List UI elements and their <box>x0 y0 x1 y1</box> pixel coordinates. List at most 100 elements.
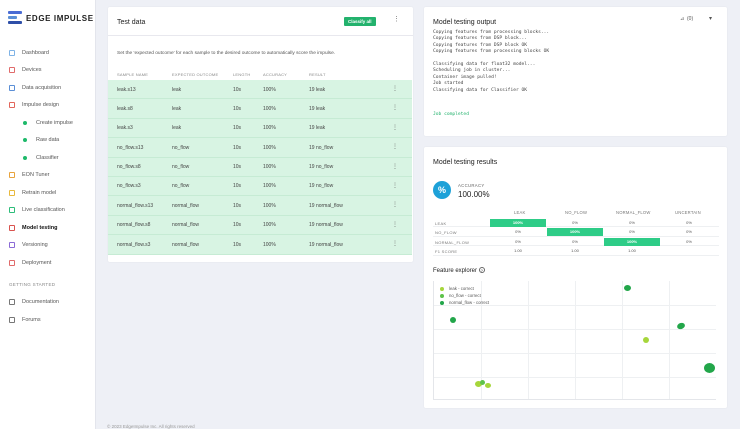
matrix-row: NO_FLOW 0% 100% 0% 0% <box>433 228 719 237</box>
results-title: Model testing results <box>433 159 498 166</box>
matrix-cell: 0% <box>515 238 521 244</box>
sidebar-item-devices[interactable]: Devices <box>0 62 96 80</box>
table-row[interactable]: no_flow.s8 no_flow 10s 100% 19 no_flow ⋮ <box>108 157 412 177</box>
sidebar-item-label: Deployment <box>22 259 52 266</box>
model-testing-output-card: Model testing output ⊿ (0) ▾ Copying fea… <box>424 7 727 136</box>
matrix-cell: 1.00 <box>514 248 522 253</box>
row-menu-icon[interactable]: ⋮ <box>392 240 398 247</box>
matrix-cell: 0% <box>686 229 692 234</box>
col-sample-name[interactable]: SAMPLE NAME <box>117 72 148 77</box>
row-menu-icon[interactable]: ⋮ <box>392 163 398 170</box>
cell-expected: leak <box>172 86 182 93</box>
sidebar-item-model-testing[interactable]: Model testing <box>0 219 96 237</box>
cell-expected: no_flow <box>172 183 190 190</box>
log-line: Copying features from processing blocks … <box>433 49 550 55</box>
documentation-icon <box>9 299 15 306</box>
legend-no-flow[interactable]: no_flow - correct <box>440 293 481 298</box>
chevron-down-icon[interactable]: ▾ <box>709 15 712 22</box>
legend-leak[interactable]: leak - correct <box>440 286 474 291</box>
sidebar-item-raw-data[interactable]: Raw data <box>0 132 96 150</box>
col-accuracy[interactable]: ACCURACY <box>263 72 287 77</box>
sidebar-item-label: Live classification <box>22 207 65 214</box>
sidebar-item-label: Classifier <box>36 154 59 161</box>
table-row[interactable]: leak.s8 leak 10s 100% 19 leak ⋮ <box>108 99 412 119</box>
matrix-cell: 0% <box>686 238 692 244</box>
cell-result: 19 leak <box>309 105 326 112</box>
sidebar-item-create-impulse[interactable]: Create impulse <box>0 114 96 132</box>
sidebar-item-documentation[interactable]: Documentation <box>0 294 96 312</box>
cell-result: 19 normal_flow <box>309 222 343 229</box>
sidebar-item-label: Forums <box>22 316 41 323</box>
col-expected-outcome[interactable]: EXPECTED OUTCOME <box>172 72 218 77</box>
feature-explorer-plot[interactable]: leak - correct no_flow - correct normal_… <box>433 281 716 400</box>
col-length[interactable]: LENGTH <box>233 72 250 77</box>
row-menu-icon[interactable]: ⋮ <box>392 143 398 150</box>
retrain-model-icon <box>9 189 15 196</box>
devices-icon <box>9 67 15 74</box>
row-menu-icon[interactable]: ⋮ <box>392 85 398 92</box>
sidebar-item-label: Raw data <box>36 137 60 144</box>
cell-name: no_flow.s8 <box>117 164 141 171</box>
row-menu-icon[interactable]: ⋮ <box>392 124 398 131</box>
matrix-row: LEAK 100% 0% 0% 0% <box>433 218 719 227</box>
table-row[interactable]: leak.s3 leak 10s 100% 19 leak ⋮ <box>108 118 412 139</box>
sidebar-item-versioning[interactable]: Versioning <box>0 237 96 255</box>
accuracy-value: 100.00% <box>458 190 490 199</box>
cell-accuracy: 100% <box>263 222 276 229</box>
data-acquisition-icon <box>9 84 15 91</box>
bullet-icon <box>23 138 27 143</box>
cell-name: no_flow.s3 <box>117 183 141 190</box>
row-menu-icon[interactable]: ⋮ <box>392 182 398 189</box>
section-heading: GETTING STARTED <box>9 281 56 287</box>
table-row[interactable]: normal_flow.s8 normal_flow 10s 100% 19 norma… <box>108 215 412 236</box>
sidebar-item-classifier[interactable]: Classifier <box>0 149 96 167</box>
row-menu-icon[interactable]: ⋮ <box>392 104 398 111</box>
cell-expected: normal_flow <box>172 202 199 209</box>
more-options-icon[interactable]: ⋮ <box>393 15 400 23</box>
cell-expected: leak <box>172 125 182 132</box>
data-point <box>485 383 491 388</box>
brand-name: EDGE IMPULSE <box>26 13 94 23</box>
matrix-row: NORMAL_FLOW 0% 0% 100% 0% <box>433 237 719 246</box>
cell-accuracy: 100% <box>263 241 276 248</box>
classify-all-button[interactable]: Classify all <box>344 17 376 26</box>
log-line: Job started <box>433 81 464 87</box>
sidebar-item-eon-tuner[interactable]: EON Tuner <box>0 167 96 185</box>
table-row[interactable]: normal_flow.s13 normal_flow 10s 100% 19 norm… <box>108 196 412 216</box>
matrix-cell: 1.00 <box>571 248 579 253</box>
matrix-cell: 0% <box>629 229 635 234</box>
sidebar-item-live-classification[interactable]: Live classification <box>0 202 96 220</box>
sidebar-item-label: Impulse design <box>22 102 59 109</box>
table-row[interactable]: leak.s13 leak 10s 100% 19 leak ⋮ <box>108 80 412 100</box>
matrix-cell: 100% <box>604 237 660 246</box>
sidebar-item-retrain-model[interactable]: Retrain model <box>0 184 96 202</box>
table-row[interactable]: no_flow.s13 no_flow 10s 100% 19 no_flow ⋮ <box>108 138 412 158</box>
accuracy-label: ACCURACY <box>458 183 485 188</box>
data-point <box>704 363 715 373</box>
cell-expected: normal_flow <box>172 222 199 229</box>
sidebar-item-dashboard[interactable]: Dashboard <box>0 44 96 62</box>
data-point <box>624 285 631 291</box>
sidebar-item-impulse-design[interactable]: Impulse design <box>0 97 96 115</box>
sidebar-item-deployment[interactable]: Deployment <box>0 254 96 272</box>
model-testing-icon <box>9 224 15 231</box>
cell-name: no_flow.s13 <box>117 144 144 151</box>
brand-logo[interactable]: EDGE IMPULSE <box>8 11 94 25</box>
cell-name: normal_flow.s8 <box>117 222 151 229</box>
test-data-description: Set the 'expected outcome' for each samp… <box>117 51 336 56</box>
sidebar-item-label: Data acquisition <box>22 84 62 91</box>
table-row[interactable]: normal_flow.s3 normal_flow 10s 100% 19 norma… <box>108 235 412 255</box>
col-result[interactable]: RESULT <box>309 72 326 77</box>
table-row[interactable]: no_flow.s3 no_flow 10s 100% 19 no_flow ⋮ <box>108 176 412 197</box>
cell-accuracy: 100% <box>263 144 276 151</box>
sidebar-item-data-acquisition[interactable]: Data acquisition <box>0 79 96 97</box>
row-menu-icon[interactable]: ⋮ <box>392 221 398 228</box>
matrix-row-label: NO_FLOW <box>435 230 457 235</box>
matrix-cell: 0% <box>629 219 635 225</box>
sidebar-item-forums[interactable]: Forums <box>0 311 96 329</box>
log-line: Classifying data for Classifier OK <box>433 87 528 93</box>
legend-normal-flow[interactable]: normal_flow - correct <box>440 300 489 305</box>
filter-icon[interactable]: ⊿ <box>680 16 684 22</box>
row-menu-icon[interactable]: ⋮ <box>392 201 398 208</box>
feature-explorer-title: Feature explorer ? <box>433 267 485 274</box>
